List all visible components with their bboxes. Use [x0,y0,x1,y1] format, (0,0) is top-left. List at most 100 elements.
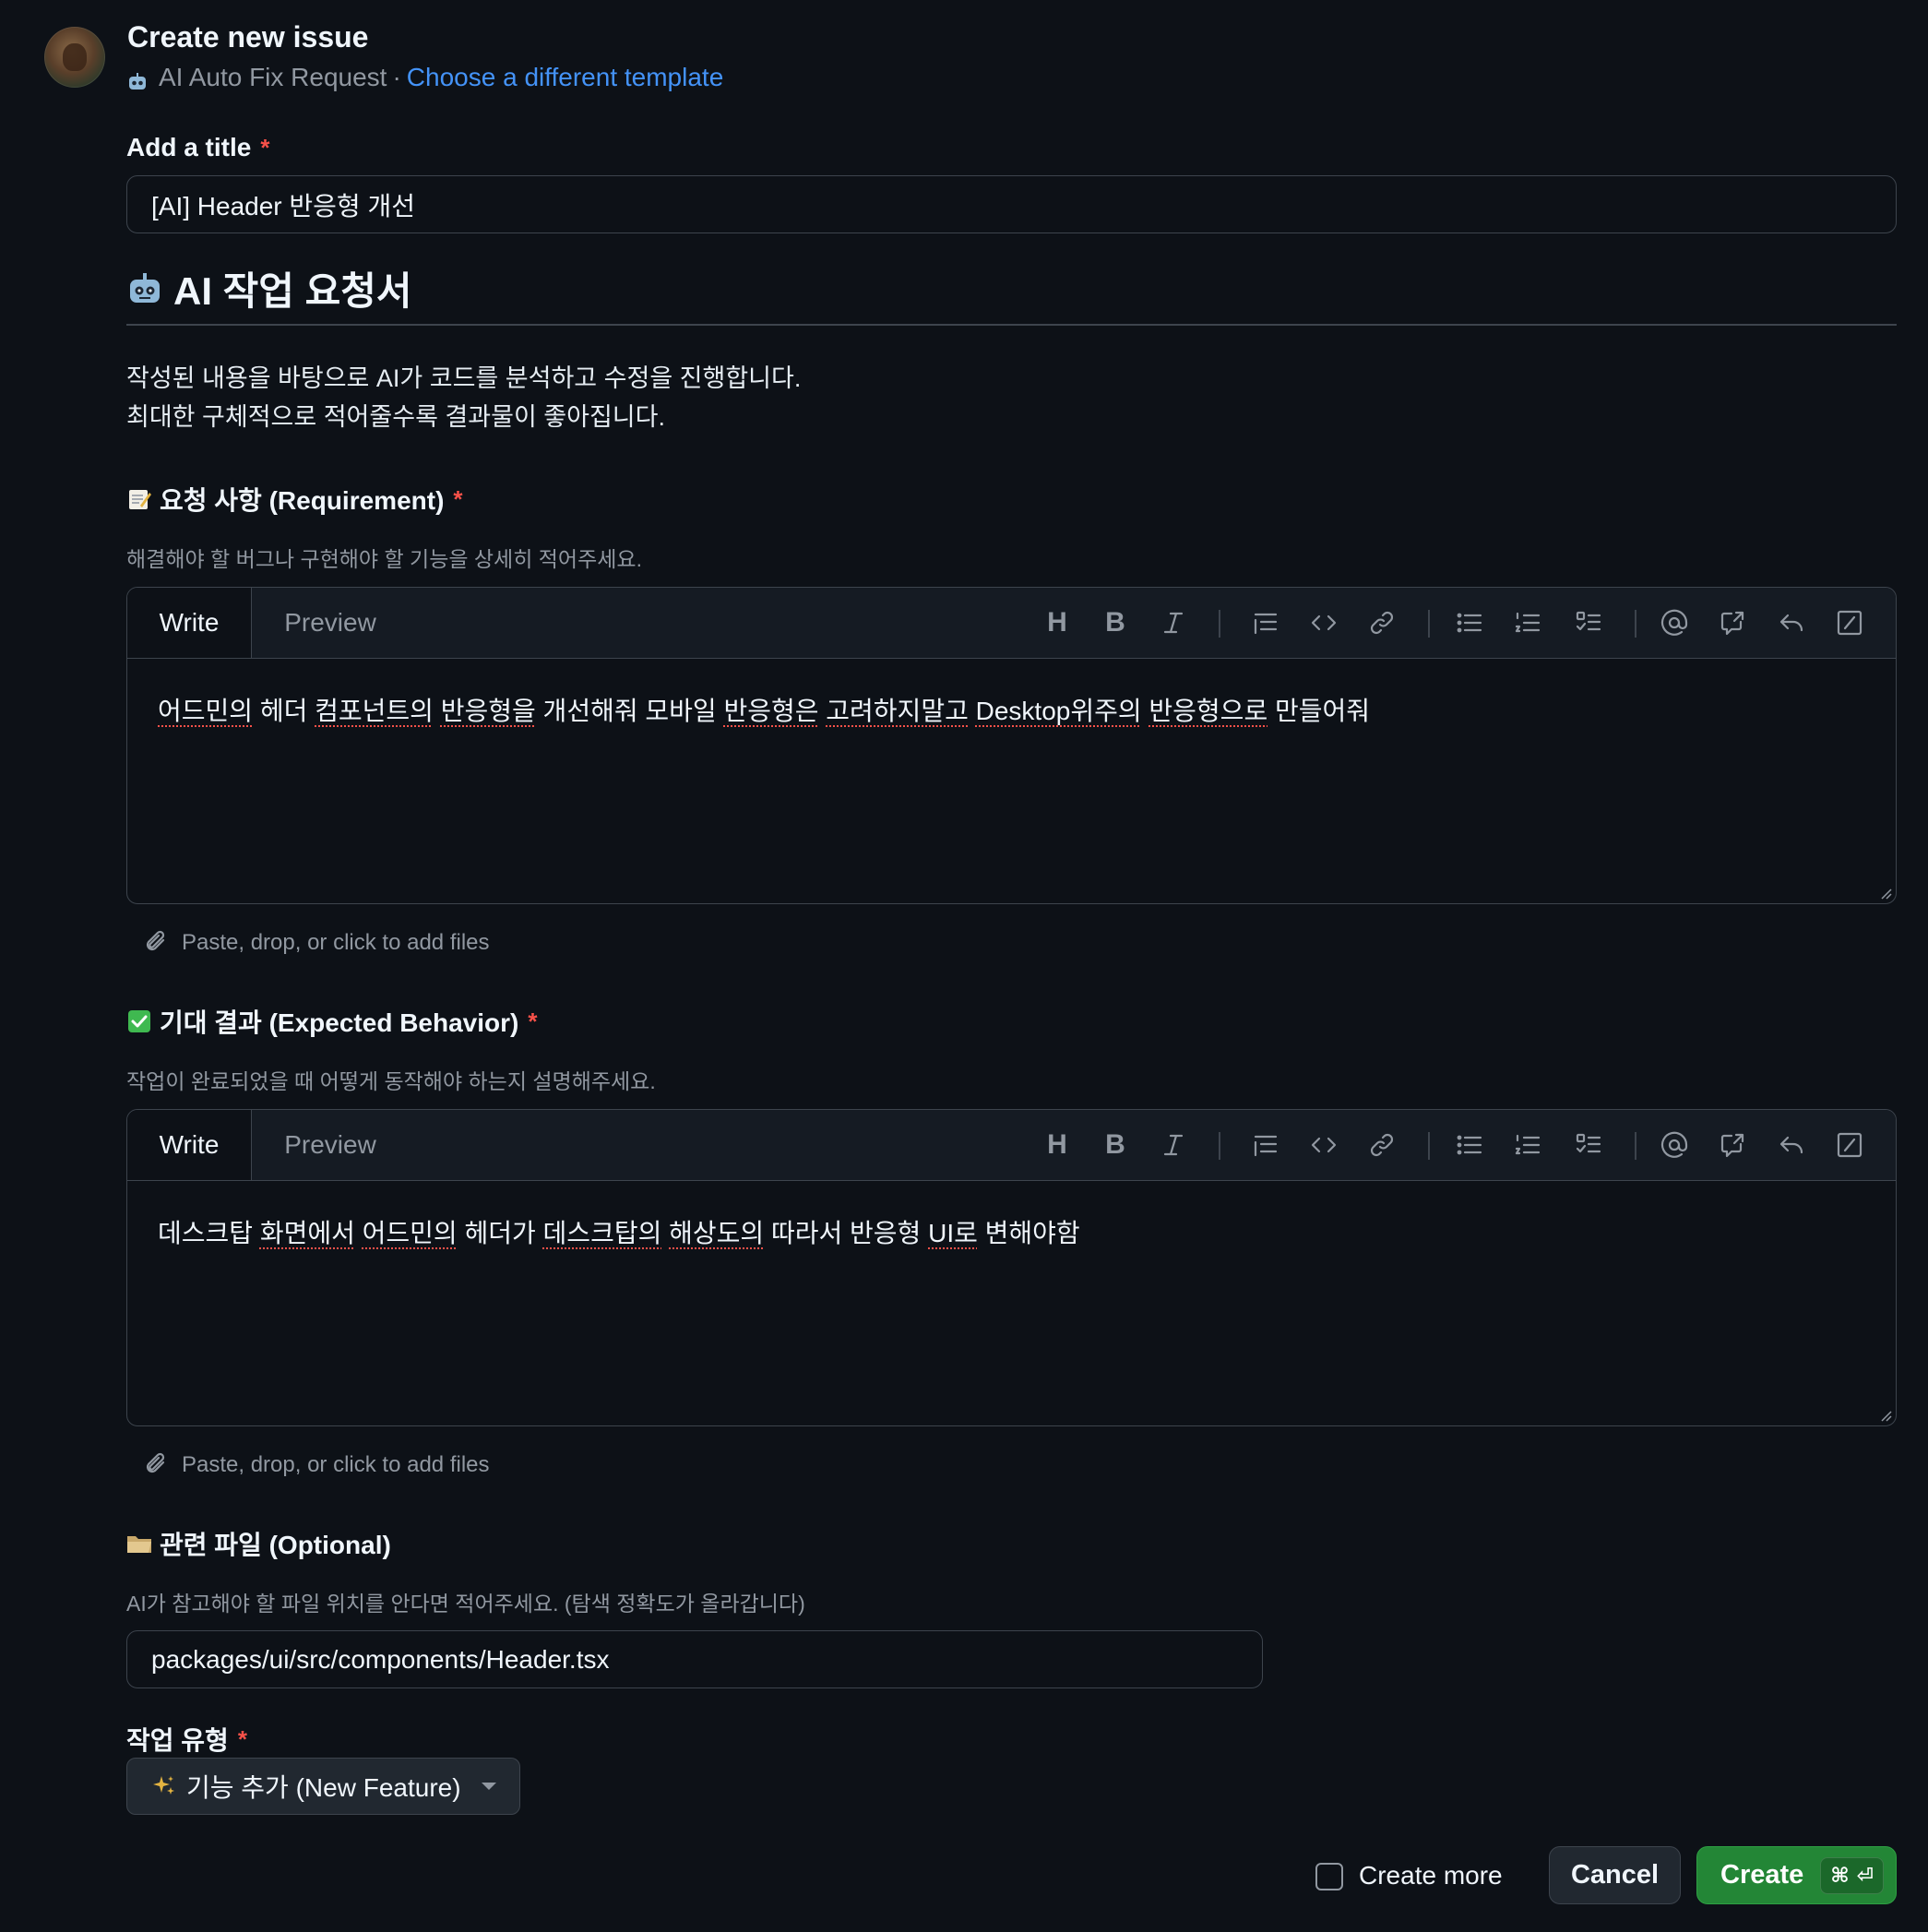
reference-button[interactable] [1716,606,1749,639]
files-hint: AI가 참고해야 할 파일 위치를 안다면 적어주세요. (탐색 정확도가 올라… [126,1592,805,1616]
expected-label-text: 기대 결과 (Expected Behavior) [160,1008,519,1037]
related-files-input[interactable]: packages/ui/src/components/Header.tsx [126,1630,1263,1688]
quote-button[interactable] [1249,606,1282,639]
editor-word [355,1219,363,1247]
create-button[interactable]: Create ⌘ ⏎ [1696,1846,1897,1904]
bold-button[interactable]: B [1099,606,1132,639]
intro-line-1: 작성된 내용을 바탕으로 AI가 코드를 분석하고 수정을 진행합니다. [126,364,802,392]
task-list-button[interactable] [1572,606,1605,639]
editor-word: 컴포넌트의 [315,697,434,725]
mention-button[interactable] [1658,606,1691,639]
heading-button[interactable]: H [1041,606,1074,639]
slash-commands-button[interactable] [1833,1128,1866,1162]
required-asterisk: * [453,484,463,513]
template-heading: AI 작업 요청서 [127,260,412,316]
toolbar-divider [1635,610,1636,638]
resize-handle-icon[interactable] [1879,1409,1892,1422]
title-input[interactable]: [AI] Header 반응형 개선 [126,175,1897,233]
code-icon [1311,1137,1337,1153]
markdown-toolbar: H B [127,1110,1896,1180]
required-asterisk: * [260,133,270,161]
link-icon [1370,1133,1394,1157]
chevron-down-icon [481,1783,496,1790]
heading-button[interactable]: H [1041,1128,1074,1162]
files-label: 관련 파일 (Optional) [126,1525,391,1562]
intro-line-2: 최대한 구체적으로 적어줄수록 결과물이 좋아집니다. [126,403,665,431]
requirement-hint: 해결해야 할 버그나 구현해야 할 기능을 상세히 적어주세요. [126,547,642,571]
slash-icon [1837,1132,1863,1158]
link-button[interactable] [1365,1128,1398,1162]
editor-word: 화면에서 [259,1219,355,1247]
editor-word: 개선해줘 모바일 [535,697,724,725]
keyboard-shortcut: ⌘ ⏎ [1820,1856,1885,1894]
ordered-list-button[interactable] [1511,606,1544,639]
resize-handle-icon[interactable] [1879,887,1892,900]
toolbar-divider [1219,610,1220,638]
editor-word: 헤더 [253,697,315,725]
quote-button[interactable] [1249,1128,1282,1162]
requirement-textarea[interactable]: 어드민의 헤더 컴포넌트의 반응형을 개선해줘 모바일 반응형은 고려하지말고 … [158,691,1370,728]
toolbar-divider [1428,610,1430,638]
attach-files-link[interactable]: Paste, drop, or click to add files [143,1451,490,1479]
reply-icon [1779,614,1803,632]
requirement-label-text: 요청 사항 (Requirement) [160,486,445,515]
toolbar-divider [1635,1132,1636,1160]
expected-hint: 작업이 완료되었을 때 어떻게 동작해야 하는지 설명해주세요. [126,1069,656,1093]
template-name: AI Auto Fix Request [159,63,387,91]
required-asterisk: * [528,1007,538,1035]
check-mark-icon [126,1008,152,1034]
code-button[interactable] [1307,606,1340,639]
template-row: AI Auto Fix Request · Choose a different… [127,63,723,92]
ordered-list-button[interactable] [1511,1128,1544,1162]
reply-icon [1779,1136,1803,1154]
required-asterisk: * [237,1724,247,1753]
choose-template-link[interactable]: Choose a different template [407,63,723,92]
requirement-editor: Write Preview H B 어드민의 헤더 컴포넌트의 반응형을 개선해… [126,587,1897,904]
code-button[interactable] [1307,1128,1340,1162]
editor-word: 변해야함 [977,1219,1080,1247]
mention-icon [1660,1131,1688,1158]
paperclip-icon [146,930,165,951]
requirement-label: 요청 사항 (Requirement) * [126,481,463,518]
reference-button[interactable] [1716,1128,1749,1162]
saved-replies-button[interactable] [1775,606,1808,639]
ordered-list-icon [1515,1134,1541,1155]
saved-replies-button[interactable] [1775,1128,1808,1162]
editor-word: 어드민의 [158,697,254,725]
editor-word: 반응형은 [723,697,819,725]
files-label-text: 관련 파일 (Optional) [160,1531,391,1559]
page-title: Create new issue [127,20,369,54]
command-key-icon: ⌘ [1830,1863,1850,1887]
robot-icon [127,271,162,306]
quote-icon [1254,1135,1278,1157]
editor-word [661,1219,669,1247]
code-icon [1311,614,1337,631]
attach-files-link[interactable]: Paste, drop, or click to add files [143,929,490,957]
cross-reference-icon [1720,1133,1744,1158]
create-more-label[interactable]: Create more [1359,1861,1503,1890]
title-label-text: Add a title [126,133,252,161]
ordered-list-icon [1515,612,1541,633]
italic-button[interactable] [1157,1128,1190,1162]
quote-icon [1254,613,1278,635]
toolbar-divider [1428,1132,1430,1160]
task-type-select[interactable]: 기능 추가 (New Feature) [126,1758,520,1815]
editor-word: Desktop위주의 [975,697,1142,725]
link-button[interactable] [1365,606,1398,639]
unordered-list-button[interactable] [1453,1128,1486,1162]
task-type-label: 작업 유형 * [126,1721,247,1758]
editor-word: 반응형을 [440,697,536,725]
unordered-list-button[interactable] [1453,606,1486,639]
italic-button[interactable] [1157,606,1190,639]
expected-textarea[interactable]: 데스크탑 화면에서 어드민의 헤더가 데스크탑의 해상도의 따라서 반응형 UI… [158,1213,1080,1250]
editor-word: 고려하지말고 [826,697,969,725]
task-list-button[interactable] [1572,1128,1605,1162]
editor-word: UI로 [928,1219,978,1247]
slash-commands-button[interactable] [1833,606,1866,639]
bold-button[interactable]: B [1099,1128,1132,1162]
mention-button[interactable] [1658,1128,1691,1162]
editor-header: Write Preview H B [127,1110,1896,1181]
cancel-button[interactable]: Cancel [1549,1846,1681,1904]
create-more-checkbox[interactable] [1315,1863,1343,1890]
template-heading-text: AI 작업 요청서 [173,269,412,313]
